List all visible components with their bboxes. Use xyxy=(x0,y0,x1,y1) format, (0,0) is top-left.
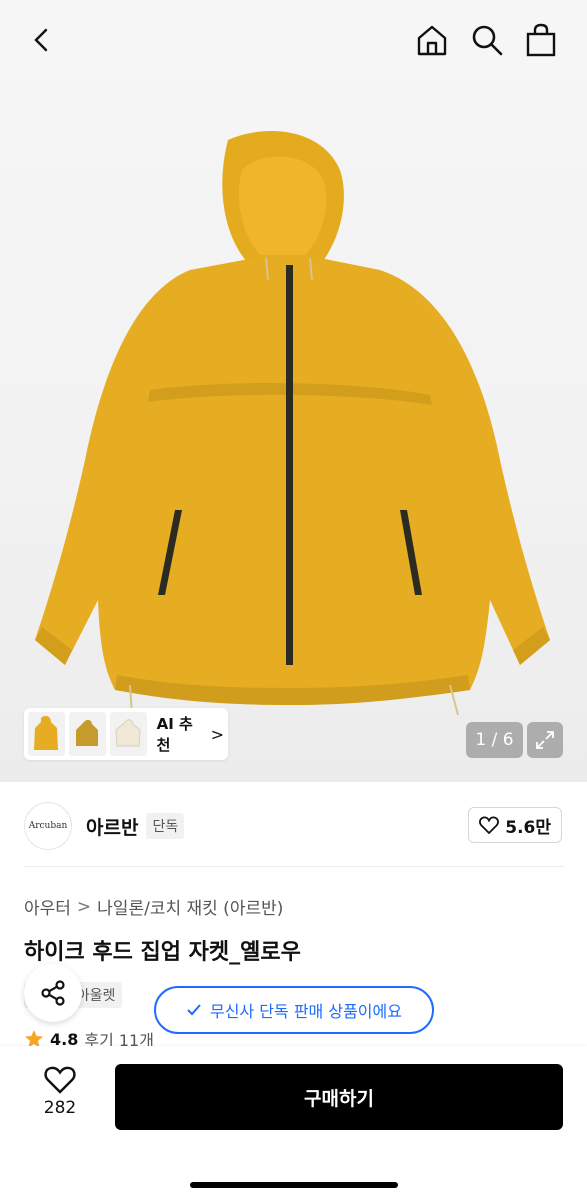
chevron-right-icon: > xyxy=(210,724,224,744)
ai-recommend-label: AI 추천 xyxy=(156,715,193,754)
ai-recommend-button[interactable]: AI 추천 > xyxy=(157,713,224,755)
home-icon xyxy=(417,25,447,56)
bottom-bar: 282 구매하기 xyxy=(0,1046,587,1200)
home-button[interactable] xyxy=(410,18,454,62)
search-button[interactable] xyxy=(465,18,509,62)
product-image-area[interactable]: AI 추천 > 1 / 6 xyxy=(0,0,587,782)
exclusive-toast: 무신사 단독 판매 상품이에요 xyxy=(154,986,434,1034)
expand-button[interactable] xyxy=(527,722,563,758)
thumbnail-3[interactable] xyxy=(109,712,147,756)
home-indicator xyxy=(190,1182,398,1188)
breadcrumb-subcategory[interactable]: 나일론/코치 재킷 (아르반) xyxy=(97,894,283,919)
image-counter: 1 / 6 xyxy=(466,722,523,758)
thumbnail-1[interactable] xyxy=(28,712,65,756)
breadcrumb: 아우터 > 나일론/코치 재킷 (아르반) xyxy=(24,894,283,920)
wish-count: 282 xyxy=(43,1098,77,1118)
exclusive-badge: 단독 xyxy=(146,813,185,839)
search-icon xyxy=(472,25,503,56)
breadcrumb-category[interactable]: 아우터 xyxy=(24,894,71,919)
expand-icon xyxy=(536,731,554,749)
shopping-bag-icon xyxy=(526,23,556,57)
cart-button[interactable] xyxy=(519,18,563,62)
toast-text: 무신사 단독 판매 상품이에요 xyxy=(210,1002,402,1021)
heart-icon xyxy=(479,816,500,834)
back-button[interactable] xyxy=(20,18,64,62)
brand-like-button[interactable]: 5.6만 xyxy=(468,807,562,843)
brand-name[interactable]: 아르반 xyxy=(86,813,138,840)
brand-like-count: 5.6만 xyxy=(505,817,551,838)
divider xyxy=(24,866,564,867)
breadcrumb-separator: > xyxy=(76,896,92,917)
top-nav xyxy=(0,0,587,82)
wish-button[interactable]: 282 xyxy=(34,1066,86,1118)
brand-row: Arcuban 아르반 단독 5.6만 xyxy=(24,800,564,852)
product-title: 하이크 후드 집업 자켓_옐로우 xyxy=(24,940,301,965)
thumbnail-strip: AI 추천 > xyxy=(24,708,228,760)
share-icon xyxy=(41,980,65,1006)
back-icon xyxy=(34,28,48,52)
heart-icon xyxy=(44,1066,76,1094)
share-button[interactable] xyxy=(24,964,82,1022)
check-icon xyxy=(187,1004,201,1016)
product-photo xyxy=(35,131,550,716)
buy-button[interactable]: 구매하기 xyxy=(115,1064,563,1130)
thumbnail-2[interactable] xyxy=(68,712,106,756)
brand-logo[interactable]: Arcuban xyxy=(24,802,72,850)
